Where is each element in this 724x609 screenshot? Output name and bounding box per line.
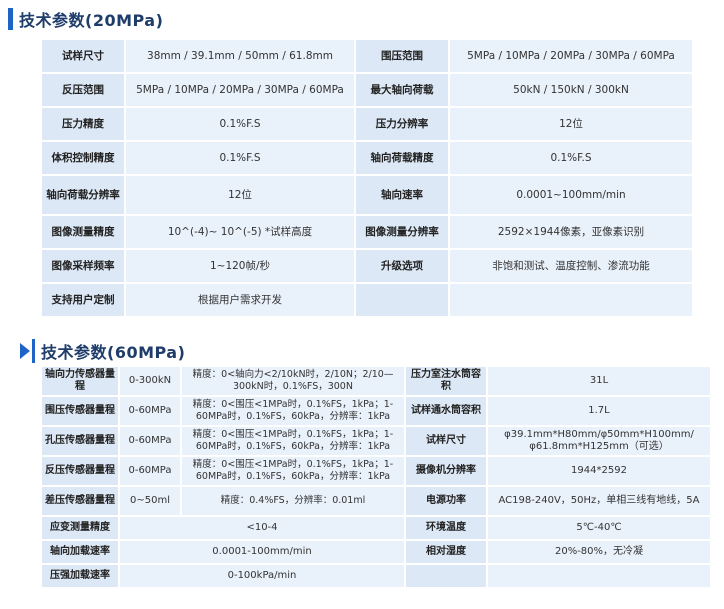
spec-value: 0.0001~100mm/min [450,176,692,214]
spec-value: 根据用户需求开发 [126,284,354,316]
spec-value: 0.1%F.S [126,142,354,174]
table-row: 支持用户定制 根据用户需求开发 [42,284,692,316]
spec-label: 压力精度 [42,108,124,140]
sensor-detail: <10-4 [120,517,404,539]
table-row: 试样尺寸 38mm / 39.1mm / 50mm / 61.8mm 围压范围 5MP… [42,40,692,72]
spec-value: 31L [488,367,710,395]
table-row: 轴向荷载分辨率 12位 轴向速率 0.0001~100mm/min [42,176,692,214]
spec-value: 0.1%F.S [450,142,692,174]
section-title: 技术参数(60MPa) [41,343,186,362]
spec-value: 1~120帧/秒 [126,250,354,282]
sensor-label: 孔压传感器量程 [42,427,118,455]
sensor-detail: 精度：0<围压<1MPa时，0.1%FS，1kPa；1-60MPa时，0.1%F… [182,457,404,485]
table-row: 差压传感器量程 0~50ml 精度：0.4%FS，分辨率：0.01ml 电源功率 AC1… [42,487,710,515]
spec-value: φ39.1mm*H80mm/φ50mm*H100mm/φ61.8mm*H125m… [488,427,710,455]
sensor-label: 轴向加载速率 [42,541,118,563]
spec-label [356,284,448,316]
spec-label: 图像测量分辨率 [356,216,448,248]
spec-value [488,565,710,587]
sensor-label: 反压传感器量程 [42,457,118,485]
spec-label: 支持用户定制 [42,284,124,316]
section-accent-bar [32,339,35,363]
spec-value [450,284,692,316]
table-row: 轴向加载速率 0.0001-100mm/min 相对湿度 20%-80%，无冷凝 [42,541,710,563]
table-row: 应变测量精度 <10-4 环境温度 5℃-40℃ [42,517,710,539]
sensor-range: 0-60MPa [120,397,180,425]
spec-label: 升级选项 [356,250,448,282]
sensor-label: 轴向力传感器量程 [42,367,118,395]
spec-value: 5MPa / 10MPa / 20MPa / 30MPa / 60MPa [126,74,354,106]
spec-label: 摄像机分辨率 [406,457,486,485]
spec-label: 围压范围 [356,40,448,72]
spec-label: 压力室注水筒容积 [406,367,486,395]
sensor-range: 0~50ml [120,487,180,515]
spec-value: 2592×1944像素，亚像素识别 [450,216,692,248]
sensor-range: 0-60MPa [120,457,180,485]
spec-label: 试样尺寸 [42,40,124,72]
sensor-detail: 精度：0<围压<1MPa时，0.1%FS，1kPa；1-60MPa时，0.1%F… [182,397,404,425]
spec-value: 0.1%F.S [126,108,354,140]
spec-value: AC198-240V，50Hz，单相三线有地线，5A [488,487,710,515]
spec-label: 轴向荷载精度 [356,142,448,174]
spec-label [406,565,486,587]
spec-label: 图像测量精度 [42,216,124,248]
table-row: 压强加载速率 0-100kPa/min [42,565,710,587]
spec-label: 轴向荷载分辨率 [42,176,124,214]
section-accent-bar [8,8,13,30]
spec-label: 图像采样频率 [42,250,124,282]
spec-label: 试样通水筒容积 [406,397,486,425]
spec-label: 试样尺寸 [406,427,486,455]
table-row: 体积控制精度 0.1%F.S 轴向荷载精度 0.1%F.S [42,142,692,174]
table-row: 压力精度 0.1%F.S 压力分辨率 12位 [42,108,692,140]
table-row: 轴向力传感器量程 0-300kN 精度：0<轴向力<2/10kN时，2/10N；2/… [42,367,710,395]
table-row: 孔压传感器量程 0-60MPa 精度：0<围压<1MPa时，0.1%FS，1kPa；… [42,427,710,455]
table-row: 反压范围 5MPa / 10MPa / 20MPa / 30MPa / 60MPa… [42,74,692,106]
spec-value: 10^(-4)~ 10^(-5) *试样高度 [126,216,354,248]
spec-value: 20%-80%，无冷凝 [488,541,710,563]
spec-value: 5℃-40℃ [488,517,710,539]
spec-value: 1944*2592 [488,457,710,485]
sensor-detail: 0.0001-100mm/min [120,541,404,563]
spec-table-20mpa: 试样尺寸 38mm / 39.1mm / 50mm / 61.8mm 围压范围 5MP… [40,38,694,318]
spec-label: 体积控制精度 [42,142,124,174]
spec-value: 12位 [126,176,354,214]
sensor-range: 0-60MPa [120,427,180,455]
spec-value: 50kN / 150kN / 300kN [450,74,692,106]
spec-label: 轴向速率 [356,176,448,214]
sensor-detail: 0-100kPa/min [120,565,404,587]
sensor-label: 压强加载速率 [42,565,118,587]
table-row: 反压传感器量程 0-60MPa 精度：0<围压<1MPa时，0.1%FS，1kPa；… [42,457,710,485]
section-title: 技术参数(20MPa) [19,11,164,30]
section-header-20mpa: 技术参数(20MPa) [8,7,163,31]
sensor-range: 0-300kN [120,367,180,395]
spec-table-60mpa: 轴向力传感器量程 0-300kN 精度：0<轴向力<2/10kN时，2/10N；2/… [40,365,712,589]
section-arrow-icon [20,343,30,359]
sensor-label: 差压传感器量程 [42,487,118,515]
section-header-60mpa: 技术参数(60MPa) [20,339,185,363]
spec-label: 电源功率 [406,487,486,515]
spec-value: 5MPa / 10MPa / 20MPa / 30MPa / 60MPa [450,40,692,72]
spec-label: 相对湿度 [406,541,486,563]
sensor-detail: 精度：0.4%FS，分辨率：0.01ml [182,487,404,515]
spec-value: 1.7L [488,397,710,425]
spec-label: 压力分辨率 [356,108,448,140]
sensor-label: 应变测量精度 [42,517,118,539]
sensor-detail: 精度：0<围压<1MPa时，0.1%FS，1kPa；1-60MPa时，0.1%F… [182,427,404,455]
table-row: 图像采样频率 1~120帧/秒 升级选项 非饱和测试、温度控制、渗流功能 [42,250,692,282]
sensor-detail: 精度：0<轴向力<2/10kN时，2/10N；2/10—300kN时，0.1%F… [182,367,404,395]
spec-label: 最大轴向荷载 [356,74,448,106]
spec-value: 38mm / 39.1mm / 50mm / 61.8mm [126,40,354,72]
table-row: 图像测量精度 10^(-4)~ 10^(-5) *试样高度 图像测量分辨率 2592×… [42,216,692,248]
spec-label: 反压范围 [42,74,124,106]
spec-label: 环境温度 [406,517,486,539]
table-row: 围压传感器量程 0-60MPa 精度：0<围压<1MPa时，0.1%FS，1kPa；… [42,397,710,425]
spec-value: 非饱和测试、温度控制、渗流功能 [450,250,692,282]
spec-value: 12位 [450,108,692,140]
sensor-label: 围压传感器量程 [42,397,118,425]
